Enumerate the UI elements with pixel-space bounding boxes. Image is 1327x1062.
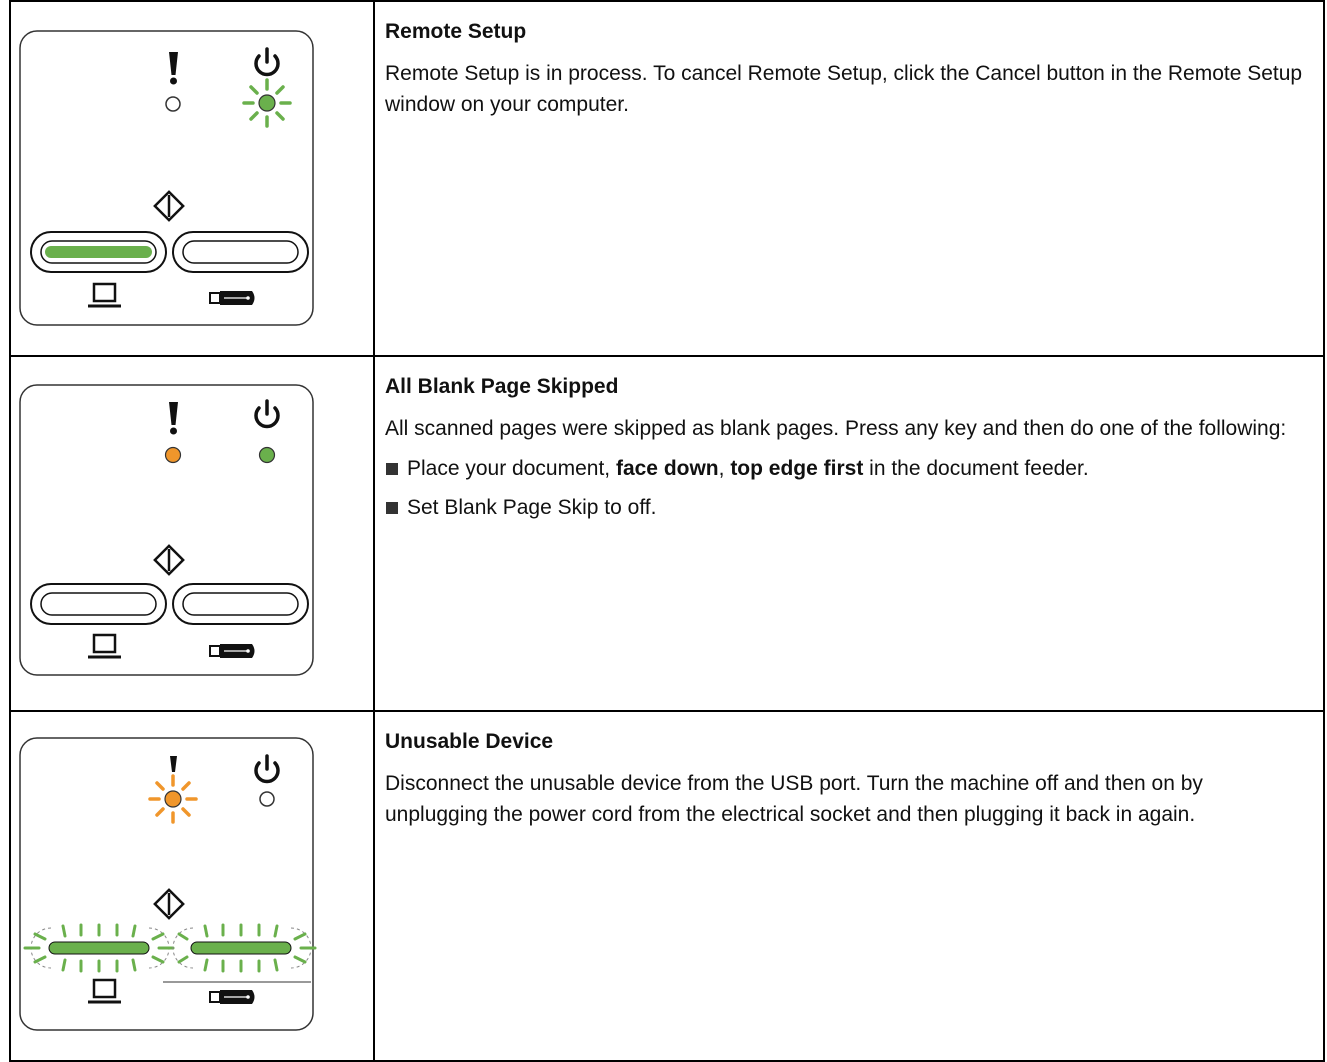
computer-icon [88, 978, 121, 1004]
panel-illustration [19, 737, 317, 1031]
control-panel [11, 357, 373, 710]
usb-icon [209, 990, 255, 1004]
power-icon [254, 399, 280, 429]
row-description: Disconnect the unusable device from the … [385, 772, 1203, 826]
usb-icon [209, 644, 255, 658]
start-diamond-icon [153, 544, 185, 576]
control-panel [11, 2, 373, 355]
row-description: Remote Setup is in process. To cancel Re… [385, 62, 1303, 116]
row-title: Unusable Device [385, 730, 554, 753]
usb-button [172, 583, 309, 625]
description-cell: Remote Setup Remote Setup is in process.… [373, 0, 1325, 357]
row-description: All scanned pages were skipped as blank … [385, 417, 1287, 440]
list-item: Place your document, face down, top edge… [385, 453, 1311, 484]
panel-cell [9, 710, 375, 1062]
pc-button [30, 583, 167, 625]
status-table: Remote Setup Remote Setup is in process.… [9, 0, 1325, 1062]
start-diamond-icon [153, 190, 185, 222]
power-icon [254, 754, 280, 784]
power-led-green [258, 446, 276, 464]
usb-button [172, 923, 317, 973]
error-exclamation-icon [169, 52, 178, 85]
power-led-off [259, 791, 275, 807]
error-led-orange [164, 446, 182, 464]
bullet-square-icon [386, 502, 398, 514]
control-panel [11, 712, 373, 1060]
usb-icon [209, 291, 255, 305]
error-exclamation-icon [169, 402, 178, 435]
row-title: Remote Setup [385, 20, 527, 43]
table-row: All Blank Page Skipped All scanned pages… [9, 355, 1325, 712]
computer-icon [88, 282, 121, 308]
computer-icon [88, 633, 121, 659]
panel-illustration [19, 30, 314, 326]
error-exclamation-icon [170, 756, 177, 772]
panel-cell [9, 0, 375, 357]
bullet-square-icon [386, 463, 398, 475]
table-row: Unusable Device Disconnect the unusable … [9, 710, 1325, 1062]
usb-button [172, 231, 309, 273]
panel-illustration [19, 384, 314, 676]
start-diamond-icon [153, 888, 185, 920]
table-row: Remote Setup Remote Setup is in process.… [9, 0, 1325, 357]
power-icon [254, 47, 280, 77]
pc-button [23, 923, 175, 973]
description-cell: All Blank Page Skipped All scanned pages… [373, 355, 1325, 712]
description-cell: Unusable Device Disconnect the unusable … [373, 710, 1325, 1062]
list-item: Set Blank Page Skip to off. [385, 492, 1311, 523]
panel-cell [9, 355, 375, 712]
error-led-off [165, 96, 181, 112]
row-title: All Blank Page Skipped [385, 375, 619, 398]
pc-button [30, 231, 167, 273]
